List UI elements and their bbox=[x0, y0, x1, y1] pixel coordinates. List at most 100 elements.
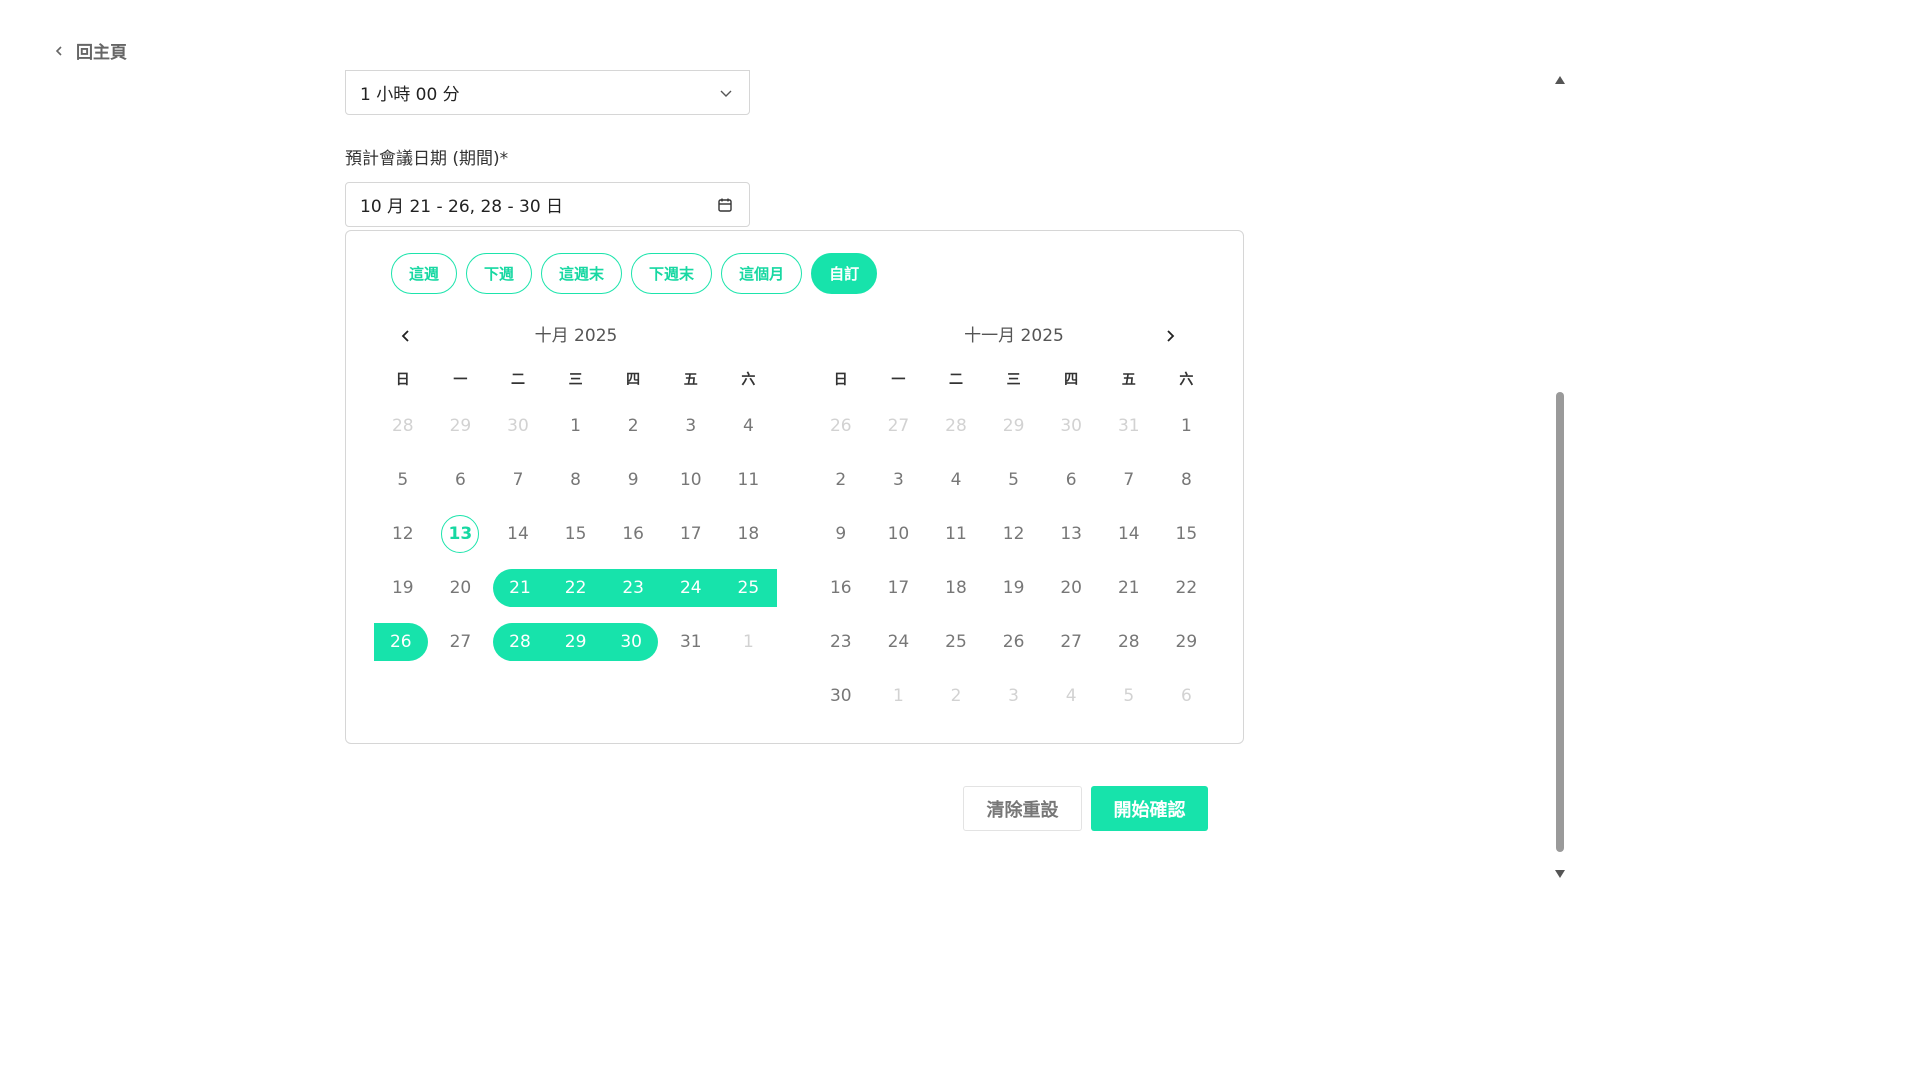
scroll-down-arrow-icon[interactable] bbox=[1555, 870, 1565, 878]
day-cell[interactable]: 29 bbox=[546, 623, 605, 661]
day-cell[interactable]: 28 bbox=[1100, 623, 1158, 661]
day-cell[interactable]: 11 bbox=[927, 515, 985, 553]
day-cell[interactable]: 14 bbox=[1100, 515, 1158, 553]
day-cell[interactable]: 3 bbox=[870, 461, 928, 499]
day-cell[interactable]: 13 bbox=[1042, 515, 1100, 553]
preset-button[interactable]: 這週末 bbox=[541, 253, 623, 294]
day-cell[interactable]: 10 bbox=[662, 461, 720, 499]
day-cell[interactable]: 6 bbox=[432, 461, 490, 499]
day-cell[interactable]: 12 bbox=[985, 515, 1043, 553]
date-range-input[interactable]: 10 月 21 - 26, 28 - 30 日 bbox=[345, 182, 750, 227]
prev-month-button[interactable] bbox=[396, 326, 416, 346]
day-cell[interactable]: 26 bbox=[374, 623, 428, 661]
day-cell[interactable]: 18 bbox=[927, 569, 985, 607]
day-cell[interactable]: 3 bbox=[985, 677, 1043, 715]
calendar-icon[interactable] bbox=[717, 197, 733, 213]
day-cell[interactable]: 1 bbox=[720, 623, 778, 661]
day-cell[interactable]: 4 bbox=[1042, 677, 1100, 715]
day-cell[interactable]: 2 bbox=[604, 407, 662, 445]
day-cell[interactable]: 21 bbox=[493, 569, 547, 607]
day-cell[interactable]: 5 bbox=[1100, 677, 1158, 715]
day-cell[interactable]: 18 bbox=[720, 515, 778, 553]
day-cell[interactable]: 29 bbox=[432, 407, 490, 445]
day-cell[interactable]: 29 bbox=[1158, 623, 1216, 661]
day-cell[interactable]: 30 bbox=[1042, 407, 1100, 445]
day-cell[interactable]: 30 bbox=[489, 407, 547, 445]
day-number: 1 bbox=[742, 632, 754, 652]
day-cell[interactable]: 6 bbox=[1042, 461, 1100, 499]
day-cell[interactable]: 8 bbox=[1158, 461, 1216, 499]
day-cell[interactable]: 1 bbox=[547, 407, 605, 445]
day-cell[interactable]: 7 bbox=[1100, 461, 1158, 499]
day-cell[interactable]: 26 bbox=[985, 623, 1043, 661]
day-cell[interactable]: 14 bbox=[489, 515, 547, 553]
next-month-button[interactable] bbox=[1160, 326, 1180, 346]
day-cell[interactable]: 31 bbox=[662, 623, 720, 661]
day-cell[interactable]: 19 bbox=[985, 569, 1043, 607]
day-cell[interactable]: 25 bbox=[719, 569, 778, 607]
scroll-up-arrow-icon[interactable] bbox=[1555, 76, 1565, 84]
day-cell[interactable]: 1 bbox=[870, 677, 928, 715]
day-cell[interactable]: 20 bbox=[432, 569, 490, 607]
back-to-home-link[interactable]: 回主頁 bbox=[54, 38, 127, 63]
day-cell[interactable]: 3 bbox=[662, 407, 720, 445]
day-cell[interactable]: 24 bbox=[870, 623, 928, 661]
day-cell[interactable]: 11 bbox=[720, 461, 778, 499]
day-cell[interactable]: 7 bbox=[489, 461, 547, 499]
month-header: 十一月 2025 bbox=[812, 317, 1216, 355]
day-cell[interactable]: 27 bbox=[1042, 623, 1100, 661]
day-cell[interactable]: 19 bbox=[374, 569, 432, 607]
preset-button[interactable]: 下週 bbox=[466, 253, 533, 294]
confirm-button[interactable]: 開始確認 bbox=[1091, 786, 1208, 831]
day-cell[interactable]: 25 bbox=[927, 623, 985, 661]
preset-button[interactable]: 這個月 bbox=[721, 253, 803, 294]
day-cell[interactable]: 22 bbox=[1158, 569, 1216, 607]
day-cell[interactable]: 28 bbox=[374, 407, 432, 445]
day-cell[interactable]: 26 bbox=[812, 407, 870, 445]
day-cell[interactable]: 2 bbox=[927, 677, 985, 715]
day-cell[interactable]: 30 bbox=[812, 677, 870, 715]
day-cell[interactable]: 17 bbox=[662, 515, 720, 553]
day-cell[interactable]: 28 bbox=[927, 407, 985, 445]
day-cell[interactable]: 15 bbox=[1158, 515, 1216, 553]
day-cell[interactable]: 13 bbox=[432, 515, 490, 553]
day-cell[interactable]: 30 bbox=[604, 623, 658, 661]
day-cell[interactable]: 27 bbox=[870, 407, 928, 445]
day-cell[interactable]: 17 bbox=[870, 569, 928, 607]
day-cell[interactable]: 2 bbox=[812, 461, 870, 499]
preset-button[interactable]: 這週 bbox=[391, 253, 458, 294]
day-cell[interactable]: 28 bbox=[493, 623, 547, 661]
day-number: 8 bbox=[570, 470, 581, 490]
day-cell[interactable]: 8 bbox=[547, 461, 605, 499]
day-number: 15 bbox=[564, 524, 587, 544]
day-cell[interactable]: 27 bbox=[432, 623, 490, 661]
day-number: 11 bbox=[945, 524, 967, 544]
duration-select[interactable]: 1 小時 00 分 bbox=[345, 70, 750, 115]
day-cell[interactable]: 31 bbox=[1100, 407, 1158, 445]
day-cell[interactable]: 5 bbox=[374, 461, 432, 499]
day-cell[interactable]: 16 bbox=[604, 515, 662, 553]
reset-button[interactable]: 清除重設 bbox=[963, 786, 1082, 831]
day-cell[interactable]: 6 bbox=[1158, 677, 1216, 715]
day-cell[interactable]: 5 bbox=[985, 461, 1043, 499]
preset-button[interactable]: 下週末 bbox=[631, 253, 713, 294]
day-cell[interactable]: 15 bbox=[547, 515, 605, 553]
day-cell[interactable]: 21 bbox=[1100, 569, 1158, 607]
day-cell[interactable]: 29 bbox=[985, 407, 1043, 445]
scrollbar-thumb[interactable] bbox=[1556, 392, 1564, 852]
day-cell[interactable]: 22 bbox=[546, 569, 605, 607]
preset-button[interactable]: 自訂 bbox=[811, 253, 878, 294]
day-cell[interactable]: 20 bbox=[1042, 569, 1100, 607]
day-number: 1 bbox=[1180, 416, 1192, 436]
day-cell[interactable]: 10 bbox=[870, 515, 928, 553]
day-cell[interactable]: 9 bbox=[604, 461, 662, 499]
day-cell[interactable]: 4 bbox=[927, 461, 985, 499]
day-cell[interactable]: 16 bbox=[812, 569, 870, 607]
day-cell[interactable]: 24 bbox=[661, 569, 720, 607]
day-cell[interactable]: 12 bbox=[374, 515, 432, 553]
day-cell[interactable]: 23 bbox=[604, 569, 662, 607]
day-cell[interactable]: 23 bbox=[812, 623, 870, 661]
day-cell[interactable]: 4 bbox=[720, 407, 778, 445]
day-cell[interactable]: 9 bbox=[812, 515, 870, 553]
day-cell[interactable]: 1 bbox=[1158, 407, 1216, 445]
